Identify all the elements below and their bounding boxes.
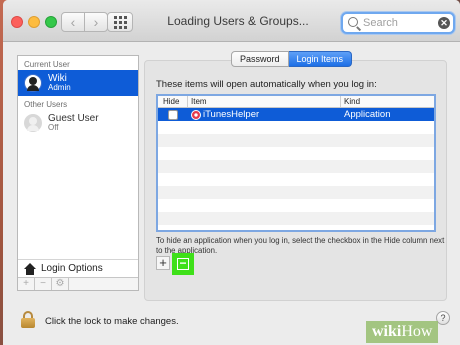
add-user-button[interactable]: + bbox=[18, 278, 35, 290]
grid-icon bbox=[113, 15, 127, 29]
chevron-right-icon: › bbox=[93, 14, 99, 30]
minimize-window-button[interactable] bbox=[28, 16, 40, 28]
table-row[interactable]: iTunesHelper Application bbox=[158, 108, 434, 121]
table-header: Hide Item Kind bbox=[158, 96, 434, 108]
empty-row bbox=[158, 147, 434, 160]
login-item-controls: + − bbox=[156, 253, 194, 275]
empty-row bbox=[158, 121, 434, 134]
avatar bbox=[24, 74, 42, 92]
house-icon bbox=[24, 262, 36, 275]
search-field[interactable]: ✕ bbox=[341, 12, 455, 34]
remove-user-button[interactable]: − bbox=[35, 278, 52, 290]
empty-row bbox=[158, 186, 434, 199]
user-role: Off bbox=[48, 123, 59, 133]
back-button[interactable]: ‹ bbox=[61, 12, 85, 32]
column-header-kind[interactable]: Kind bbox=[341, 96, 434, 107]
user-role: Admin bbox=[48, 83, 71, 93]
search-icon bbox=[348, 17, 358, 27]
itunes-icon bbox=[191, 109, 201, 120]
empty-row bbox=[158, 212, 434, 225]
preferences-window: ‹ › Loading Users & Groups... ✕ Current … bbox=[3, 0, 460, 345]
window-title: Loading Users & Groups... bbox=[167, 14, 309, 28]
hide-hint-text: To hide an application when you log in, … bbox=[156, 236, 445, 255]
item-kind: Application bbox=[344, 109, 391, 120]
hide-checkbox[interactable] bbox=[168, 109, 178, 120]
show-all-button[interactable] bbox=[107, 12, 133, 32]
minus-icon: − bbox=[177, 257, 189, 270]
empty-row bbox=[158, 134, 434, 147]
login-items-table[interactable]: Hide Item Kind iTunesHelper Application bbox=[156, 94, 436, 232]
sidebar-toolbar: + − ⚙ bbox=[18, 277, 138, 290]
user-row-guest[interactable]: Guest User Off bbox=[18, 110, 138, 136]
current-user-header: Current User bbox=[24, 60, 70, 69]
empty-row bbox=[158, 199, 434, 212]
column-header-hide[interactable]: Hide bbox=[158, 96, 188, 107]
empty-row bbox=[158, 173, 434, 186]
tab-login-items[interactable]: Login Items bbox=[288, 51, 353, 67]
maximize-window-button[interactable] bbox=[45, 16, 57, 28]
login-items-heading: These items will open automatically when… bbox=[156, 79, 377, 90]
remove-login-item-button[interactable]: − bbox=[172, 253, 194, 275]
close-window-button[interactable] bbox=[11, 16, 23, 28]
title-bar: ‹ › Loading Users & Groups... ✕ bbox=[3, 0, 460, 42]
lock-icon[interactable] bbox=[21, 311, 35, 328]
empty-row bbox=[158, 160, 434, 173]
users-sidebar: Current User Wiki Admin Other Users Gues… bbox=[17, 55, 139, 291]
login-options-item[interactable]: Login Options bbox=[18, 259, 138, 277]
column-header-item[interactable]: Item bbox=[188, 96, 341, 107]
lock-message: Click the lock to make changes. bbox=[45, 316, 179, 327]
add-login-item-button[interactable]: + bbox=[156, 256, 170, 270]
tab-password[interactable]: Password bbox=[231, 51, 289, 67]
clear-search-icon[interactable]: ✕ bbox=[438, 17, 450, 29]
gear-icon[interactable]: ⚙ bbox=[52, 278, 69, 290]
forward-button[interactable]: › bbox=[84, 12, 108, 32]
search-input[interactable] bbox=[363, 15, 435, 31]
wikihow-watermark: wiki How bbox=[366, 321, 439, 343]
login-options-label: Login Options bbox=[41, 263, 103, 274]
avatar bbox=[24, 114, 42, 132]
user-row-wiki[interactable]: Wiki Admin bbox=[18, 70, 138, 96]
tab-bar: Password Login Items bbox=[231, 51, 353, 67]
chevron-left-icon: ‹ bbox=[70, 14, 76, 30]
other-users-header: Other Users bbox=[24, 100, 68, 109]
item-name: iTunesHelper bbox=[203, 109, 260, 120]
